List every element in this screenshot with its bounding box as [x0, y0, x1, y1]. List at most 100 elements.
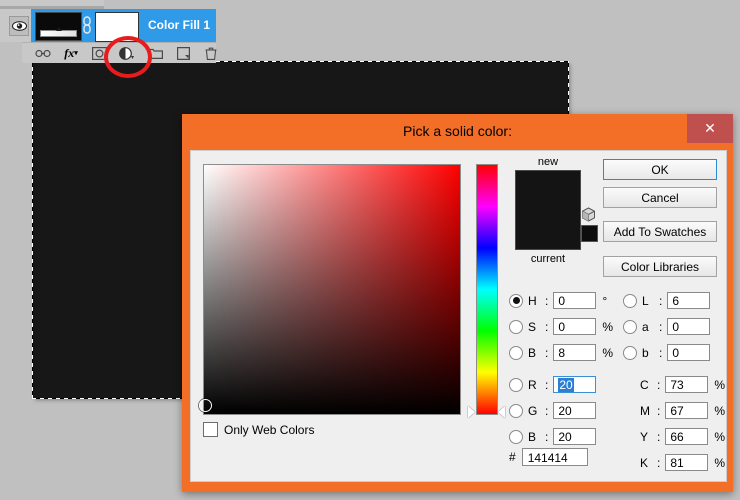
layers-toolbar: fx ▾ ▾: [22, 42, 217, 63]
link-icon[interactable]: [83, 16, 91, 35]
new-adjustment-layer-icon[interactable]: ▾: [116, 45, 138, 61]
dialog-title: Pick a solid color:: [403, 123, 512, 139]
field-row-y: Y : 66 %: [623, 426, 725, 447]
ok-button[interactable]: OK: [603, 159, 717, 180]
colon-y: :: [657, 429, 661, 444]
label-y: Y: [640, 429, 649, 444]
layer-thumbnail[interactable]: [35, 12, 82, 41]
delete-layer-icon[interactable]: [200, 45, 222, 61]
colon-g: :: [545, 403, 549, 418]
link-layers-icon[interactable]: [32, 45, 54, 61]
field-row-s: S : 0 %: [509, 316, 613, 337]
label-a: a: [642, 319, 649, 334]
radio-g[interactable]: [509, 403, 523, 418]
colon-b-blue: :: [545, 429, 549, 444]
label-l: L: [642, 293, 649, 308]
eye-icon[interactable]: [9, 16, 29, 36]
input-k[interactable]: 81: [665, 454, 709, 471]
input-l[interactable]: 6: [667, 292, 711, 309]
color-picker-dialog: Pick a solid color: ✕ Only Web Colors ne…: [182, 114, 733, 492]
field-row-m: M : 67 %: [623, 400, 725, 421]
gamut-warning-swatch[interactable]: [581, 225, 598, 242]
new-group-icon[interactable]: [144, 45, 166, 61]
input-a[interactable]: 0: [667, 318, 711, 335]
colon-r: :: [545, 377, 549, 392]
colon-a: :: [659, 319, 663, 334]
only-web-colors-label: Only Web Colors: [224, 422, 315, 437]
radio-b-blue[interactable]: [509, 429, 523, 444]
input-y[interactable]: 66: [665, 428, 709, 445]
colon-k: :: [657, 455, 661, 470]
field-row-r: R : 20: [509, 374, 597, 395]
label-b-brightness: B: [528, 345, 537, 360]
dialog-body: Only Web Colors new current OK Cancel Ad…: [190, 150, 727, 482]
colon-lab-b: :: [659, 345, 663, 360]
radio-a[interactable]: [623, 319, 637, 334]
input-h[interactable]: 0: [553, 292, 597, 309]
saturation-brightness-field[interactable]: [199, 164, 461, 415]
radio-s[interactable]: [509, 319, 523, 334]
radio-l[interactable]: [623, 293, 637, 308]
label-b-blue: B: [528, 429, 537, 444]
hue-slider[interactable]: [476, 164, 498, 415]
unit-s: %: [602, 319, 614, 334]
svg-text:▾: ▾: [131, 55, 134, 60]
hex-prefix: #: [509, 450, 516, 464]
only-web-colors-checkbox[interactable]: [203, 422, 218, 437]
colon-l: :: [659, 293, 663, 308]
radio-b-brightness[interactable]: [509, 345, 523, 360]
new-layer-icon[interactable]: [172, 45, 194, 61]
input-m[interactable]: 67: [665, 402, 709, 419]
unit-b-brightness: %: [602, 345, 614, 360]
add-layer-mask-icon[interactable]: [88, 45, 110, 61]
hex-input[interactable]: 141414: [521, 448, 588, 466]
label-s: S: [528, 319, 537, 334]
input-b-blue[interactable]: 20: [553, 428, 597, 445]
field-row-lab-b: b : 0: [623, 342, 711, 363]
radio-r[interactable]: [509, 377, 523, 392]
colon-m: :: [657, 403, 661, 418]
current-color-label: current: [530, 253, 566, 265]
hue-slider-handle-left[interactable]: [468, 406, 475, 418]
color-field-marker[interactable]: [199, 399, 212, 412]
label-r: R: [528, 377, 537, 392]
layers-panel: Color Fill 1 fx ▾ ▾: [0, 0, 217, 78]
hue-slider-handle-right[interactable]: [498, 406, 505, 418]
input-c[interactable]: 73: [665, 376, 709, 393]
photoshop-workspace: Color Fill 1 fx ▾ ▾ Pick a solid color: …: [0, 0, 740, 500]
unit-c: %: [714, 377, 726, 392]
unit-h: °: [602, 293, 608, 308]
radio-h[interactable]: [509, 293, 523, 308]
input-r-value: 20: [558, 378, 574, 392]
colon-c: :: [657, 377, 661, 392]
label-k: K: [640, 455, 649, 470]
color-libraries-button[interactable]: Color Libraries: [603, 256, 717, 277]
dialog-titlebar[interactable]: Pick a solid color: ✕: [182, 114, 733, 150]
field-row-b-brightness: B : 8 %: [509, 342, 613, 363]
field-row-l: L : 6: [623, 290, 711, 311]
label-h: H: [528, 293, 537, 308]
cancel-button[interactable]: Cancel: [603, 187, 717, 208]
input-b-brightness[interactable]: 8: [553, 344, 597, 361]
gamut-cube-icon[interactable]: [581, 207, 596, 222]
new-current-swatch[interactable]: [515, 170, 581, 250]
label-c: C: [640, 377, 649, 392]
field-row-a: a : 0: [623, 316, 711, 337]
input-lab-b[interactable]: 0: [667, 344, 711, 361]
unit-y: %: [714, 429, 726, 444]
layer-style-fx-icon[interactable]: fx ▾: [60, 45, 82, 61]
add-to-swatches-button[interactable]: Add To Swatches: [603, 221, 717, 242]
field-row-k: K : 81 %: [623, 452, 725, 473]
close-icon[interactable]: ✕: [687, 114, 733, 143]
only-web-colors-row[interactable]: Only Web Colors: [203, 422, 314, 437]
color-preview: new current: [509, 156, 587, 265]
field-row-c: C : 73 %: [623, 374, 725, 395]
input-r[interactable]: 20: [553, 376, 597, 393]
unit-m: %: [714, 403, 726, 418]
input-s[interactable]: 0: [553, 318, 597, 335]
layer-name-label: Color Fill 1: [148, 18, 211, 32]
radio-lab-b[interactable]: [623, 345, 637, 360]
input-g[interactable]: 20: [553, 402, 597, 419]
layer-mask-thumbnail[interactable]: [95, 12, 139, 42]
hex-row: # 141414: [509, 448, 588, 466]
